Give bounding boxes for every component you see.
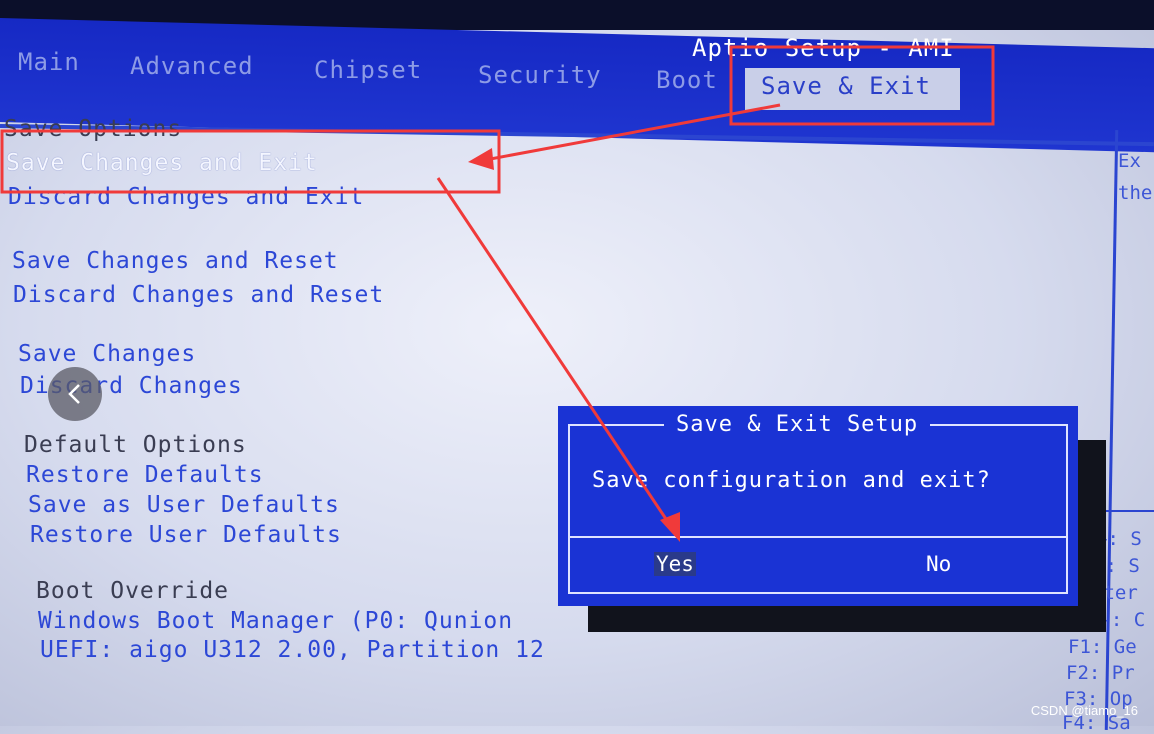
previous-image-button[interactable] <box>48 367 102 421</box>
arrowhead-icon <box>468 148 494 170</box>
annotation-arrow <box>436 177 674 529</box>
chevron-left-icon <box>68 384 80 404</box>
annotation-box-save-exit-tab <box>729 45 995 126</box>
annotation-overlay <box>0 45 995 542</box>
annotation-box-save-changes-exit <box>0 129 501 194</box>
watermark: CSDN @tiamo_16 <box>1030 703 1138 718</box>
annotation-arrow <box>484 103 781 162</box>
